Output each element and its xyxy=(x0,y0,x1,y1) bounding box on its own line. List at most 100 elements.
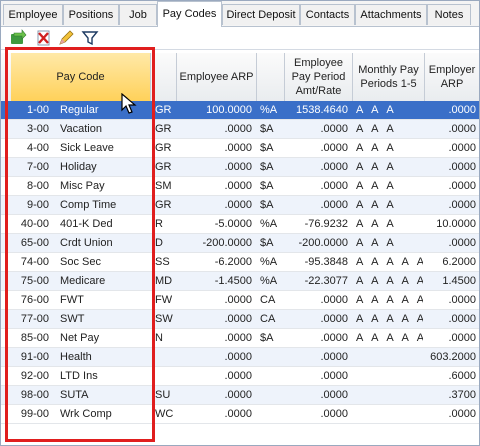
pay-period-amount: -200.0000 xyxy=(298,237,348,249)
employee-arp-value: .0000 xyxy=(224,332,252,344)
pay-period-amount: .0000 xyxy=(320,142,348,154)
monthly-pay-periods-value: A A A xyxy=(356,142,397,154)
monthly-pay-periods-value: A A A A A xyxy=(356,313,423,325)
unit-value xyxy=(257,367,285,386)
pay-period-amount: .0000 xyxy=(320,389,348,401)
monthly-pay-periods-value: A A A xyxy=(356,123,397,135)
monthly-pay-periods-value: A A A xyxy=(356,199,397,211)
tab-bar: Employee Positions Job Pay Codes Direct Depo… xyxy=(1,1,479,27)
employer-arp-value: .0000 xyxy=(448,332,476,344)
monthly-pay-periods-value: A A A xyxy=(356,218,397,230)
monthly-pay-periods-value: A A A xyxy=(356,237,397,249)
employee-arp-value: .0000 xyxy=(224,142,252,154)
employee-arp-value: .0000 xyxy=(224,370,252,382)
filter-icon[interactable] xyxy=(81,29,99,47)
pay-period-amount: .0000 xyxy=(320,180,348,192)
employer-arp-value: .0000 xyxy=(448,199,476,211)
unit-column-header[interactable] xyxy=(257,53,285,101)
employer-arp-value: 1.4500 xyxy=(442,275,476,287)
pay-period-amount: .0000 xyxy=(320,161,348,173)
employer-arp-value: .0000 xyxy=(448,294,476,306)
tab-employee[interactable]: Employee xyxy=(3,4,63,25)
monthly-pay-periods-value xyxy=(353,367,423,386)
pay-period-amount: .0000 xyxy=(320,332,348,344)
monthly-pay-periods-value: A A A A A xyxy=(356,256,423,268)
employer-arp-value: 6.2000 xyxy=(442,256,476,268)
pay-period-amount: -95.3848 xyxy=(304,256,348,268)
unit-value: %A xyxy=(260,256,278,268)
employee-arp-value: -5.0000 xyxy=(214,218,252,230)
monthly-pay-periods-column-header[interactable]: Monthly Pay Periods 1-5 xyxy=(353,53,425,101)
monthly-pay-periods-value xyxy=(353,386,423,405)
monthly-pay-periods-value xyxy=(353,348,423,367)
tab-contacts[interactable]: Contacts xyxy=(300,4,355,25)
employee-arp-value: -200.0000 xyxy=(202,237,252,249)
unit-value xyxy=(257,386,285,405)
monthly-pay-periods-value: A A A A A xyxy=(356,275,423,287)
unit-value: $A xyxy=(260,199,274,211)
refresh-icon[interactable] xyxy=(9,29,27,47)
employee-arp-value: .0000 xyxy=(224,199,252,211)
unit-value xyxy=(257,348,285,367)
employee-arp-value: .0000 xyxy=(224,180,252,192)
pay-period-amount: .0000 xyxy=(320,370,348,382)
tab-positions[interactable]: Positions xyxy=(63,4,119,25)
employer-arp-value: .0000 xyxy=(448,408,476,420)
employer-arp-value: .0000 xyxy=(448,237,476,249)
employee-arp-value: 100.0000 xyxy=(206,104,252,116)
employee-pay-period-column-header[interactable]: Employee Pay Period Amt/Rate xyxy=(285,53,353,101)
unit-value xyxy=(257,405,285,424)
employee-arp-value: .0000 xyxy=(224,351,252,363)
employee-arp-value: .0000 xyxy=(224,313,252,325)
pay-period-amount: .0000 xyxy=(320,351,348,363)
employee-arp-column-header[interactable]: Employee ARP xyxy=(177,53,257,101)
mouse-pointer-icon xyxy=(121,92,137,118)
employee-window: Employee Positions Job Pay Codes Direct Depo… xyxy=(0,0,480,446)
employer-arp-value: .0000 xyxy=(448,104,476,116)
unit-value: CA xyxy=(260,294,276,306)
employee-arp-value: .0000 xyxy=(224,389,252,401)
pay-period-amount: .0000 xyxy=(320,294,348,306)
unit-value: %A xyxy=(260,104,278,116)
tab-direct-deposit[interactable]: Direct Deposit xyxy=(222,4,300,25)
pay-period-amount: .0000 xyxy=(320,199,348,211)
employee-arp-value: .0000 xyxy=(224,161,252,173)
employer-arp-value: .0000 xyxy=(448,142,476,154)
monthly-pay-periods-value: A A A A A xyxy=(356,332,423,344)
tab-notes[interactable]: Notes xyxy=(427,4,471,25)
employer-arp-value: 10.0000 xyxy=(436,218,476,230)
unit-value: $A xyxy=(260,123,274,135)
unit-value: $A xyxy=(260,180,274,192)
employer-arp-value: .0000 xyxy=(448,180,476,192)
pay-period-amount: -22.3077 xyxy=(304,275,348,287)
employee-arp-value: .0000 xyxy=(224,408,252,420)
employer-arp-value: .6000 xyxy=(448,370,476,382)
monthly-pay-periods-value: A A A xyxy=(356,180,397,192)
monthly-pay-periods-value: A A A A A xyxy=(356,294,423,306)
employer-arp-value: .0000 xyxy=(448,161,476,173)
unit-value: CA xyxy=(260,313,276,325)
employer-arp-column-header[interactable]: Employer ARP xyxy=(425,53,479,101)
edit-icon[interactable] xyxy=(57,29,75,47)
unit-value: $A xyxy=(260,237,274,249)
employer-arp-value: .0000 xyxy=(448,123,476,135)
pay-period-amount: .0000 xyxy=(320,313,348,325)
monthly-pay-periods-value xyxy=(353,405,423,424)
tab-job[interactable]: Job xyxy=(119,4,157,25)
delete-icon[interactable] xyxy=(35,29,53,47)
tab-attachments[interactable]: Attachments xyxy=(355,4,427,25)
unit-value: $A xyxy=(260,332,274,344)
unit-value: $A xyxy=(260,161,274,173)
pay-period-amount: .0000 xyxy=(320,408,348,420)
employee-arp-value: .0000 xyxy=(224,294,252,306)
employee-arp-value: .0000 xyxy=(224,123,252,135)
employee-arp-value: -6.2000 xyxy=(214,256,252,268)
pay-period-amount: .0000 xyxy=(320,123,348,135)
pay-period-amount: -76.9232 xyxy=(304,218,348,230)
unit-value: $A xyxy=(260,142,274,154)
tab-pay-codes[interactable]: Pay Codes xyxy=(157,1,222,27)
monthly-pay-periods-value: A A A xyxy=(356,104,397,116)
monthly-pay-periods-value: A A A xyxy=(356,161,397,173)
employer-arp-value: 603.2000 xyxy=(430,351,476,363)
pay-period-amount: 1538.4640 xyxy=(296,104,348,116)
